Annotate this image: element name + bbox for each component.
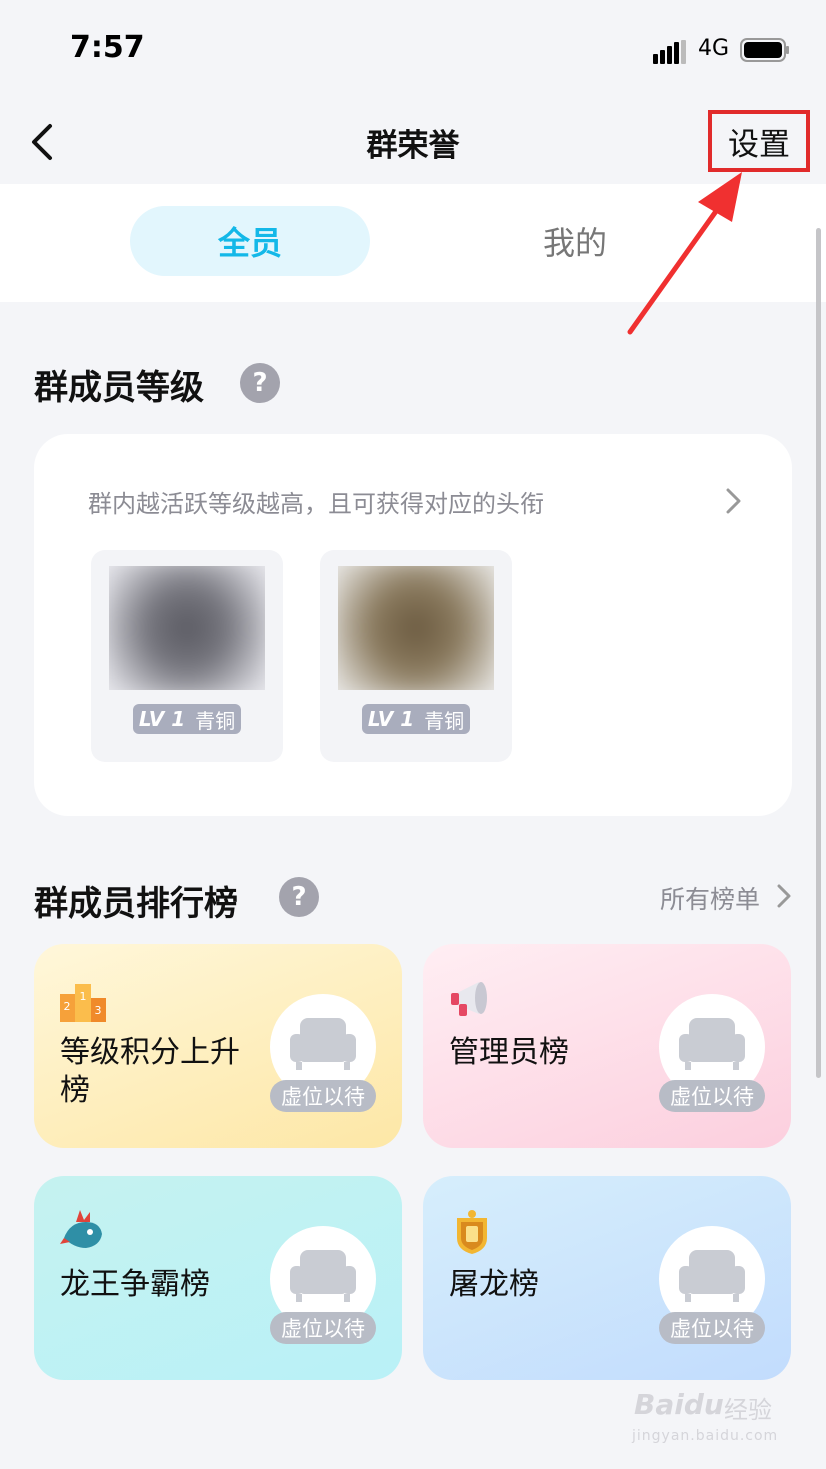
- help-icon-glyph: ?: [252, 368, 268, 398]
- level-text: LV 1: [138, 707, 186, 731]
- tab-all-label: 全员: [217, 224, 282, 262]
- help-icon[interactable]: ?: [240, 363, 280, 403]
- board-name: 屠龙榜: [449, 1267, 539, 1302]
- rank-text: 青铜: [195, 708, 236, 733]
- member-card[interactable]: LV 1 青铜: [91, 550, 283, 762]
- signal-icon: [653, 40, 686, 64]
- seat-label: 虚位以待: [659, 1312, 765, 1344]
- settings-button[interactable]: 设置: [708, 110, 810, 172]
- scrollbar[interactable]: [816, 228, 821, 1078]
- tab-all[interactable]: 全员: [130, 206, 370, 276]
- seat-label: 虚位以待: [659, 1080, 765, 1112]
- svg-text:3: 3: [95, 1004, 102, 1017]
- level-text: LV 1: [367, 707, 415, 731]
- rank-text: 青铜: [424, 708, 465, 733]
- avatar: [338, 566, 494, 690]
- page-title: 群荣誉: [366, 128, 460, 164]
- seat-label: 虚位以待: [270, 1312, 376, 1344]
- board-name: 龙王争霸榜: [60, 1267, 210, 1302]
- avatar: [109, 566, 265, 690]
- level-badge: LV 1 青铜: [362, 704, 470, 734]
- armchair-icon: [679, 1018, 745, 1070]
- status-bar: 7:57 4G: [0, 0, 826, 100]
- member-level-description: 群内越活跃等级越高，且可获得对应的头衔: [88, 490, 544, 518]
- chevron-right-icon[interactable]: [724, 486, 744, 516]
- svg-text:1: 1: [80, 990, 87, 1003]
- ranking-title: 群成员排行榜: [34, 884, 238, 924]
- tab-bar: 全员 我的: [0, 184, 826, 302]
- dragon-icon: [60, 1210, 102, 1248]
- battery-icon: [740, 38, 789, 62]
- board-dragon-slayer[interactable]: 屠龙榜 虚位以待: [423, 1176, 791, 1380]
- board-admin[interactable]: 管理员榜 虚位以待: [423, 944, 791, 1148]
- network-type: 4G: [698, 36, 730, 61]
- help-icon-glyph: ?: [291, 882, 307, 912]
- board-dragon-king[interactable]: 龙王争霸榜 虚位以待: [34, 1176, 402, 1380]
- watermark-url: jingyan.baidu.com: [632, 1428, 779, 1444]
- settings-label: 设置: [728, 126, 790, 163]
- tab-mine-label: 我的: [542, 224, 607, 262]
- watermark-brand: Baidu: [634, 1388, 724, 1421]
- member-level-title: 群成员等级: [34, 368, 204, 408]
- level-badge: LV 1 青铜: [133, 704, 241, 734]
- armchair-icon: [290, 1018, 356, 1070]
- help-icon[interactable]: ?: [279, 877, 319, 917]
- seat-label: 虚位以待: [270, 1080, 376, 1112]
- armchair-icon: [290, 1250, 356, 1302]
- podium-icon: 2 1 3: [60, 984, 106, 1022]
- member-level-card[interactable]: 群内越活跃等级越高，且可获得对应的头衔 LV 1 青铜 LV 1 青铜: [34, 434, 792, 816]
- megaphone-icon: [451, 982, 487, 1016]
- armchair-icon: [679, 1250, 745, 1302]
- nav-bar: 群荣誉 设置: [0, 100, 826, 184]
- board-level-rise[interactable]: 2 1 3 等级积分上升榜 虚位以待: [34, 944, 402, 1148]
- board-name: 管理员榜: [449, 1035, 569, 1070]
- watermark: Baidu 经验 jingyan.baidu.com: [628, 1380, 788, 1450]
- tab-mine[interactable]: 我的: [455, 206, 695, 276]
- member-card[interactable]: LV 1 青铜: [320, 550, 512, 762]
- watermark-brand-cn: 经验: [724, 1396, 772, 1424]
- status-time: 7:57: [70, 30, 145, 65]
- dragon-badge-icon: [457, 1210, 487, 1254]
- chevron-right-icon[interactable]: [776, 883, 792, 909]
- board-name: 等级积分上升榜: [60, 1035, 240, 1108]
- all-boards-link[interactable]: 所有榜单: [660, 880, 760, 916]
- svg-text:2: 2: [64, 1000, 71, 1013]
